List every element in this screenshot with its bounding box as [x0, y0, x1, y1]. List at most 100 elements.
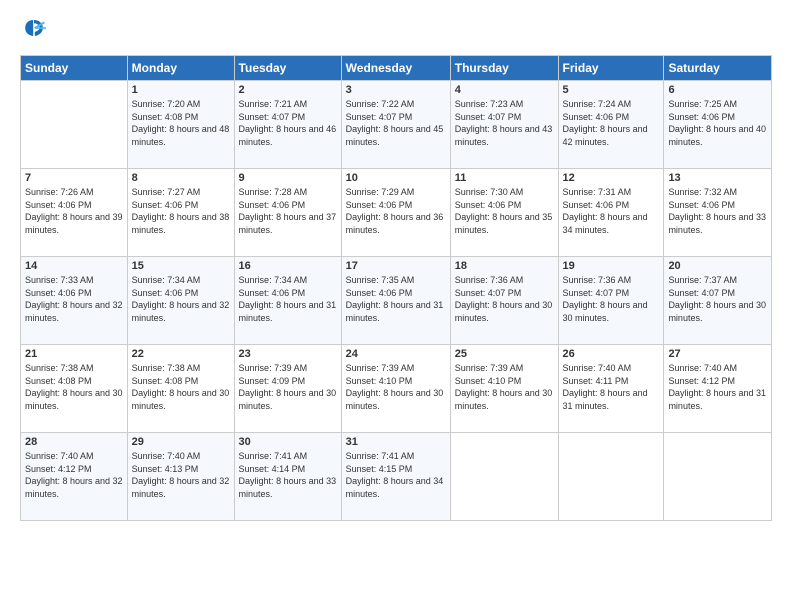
weekday-header: Friday — [558, 56, 664, 81]
calendar-cell: 29 Sunrise: 7:40 AMSunset: 4:13 PMDayligh… — [127, 433, 234, 521]
calendar-cell: 23Sunrise: 7:39 AMSunset: 4:09 PMDayligh… — [234, 345, 341, 433]
calendar-cell — [558, 433, 664, 521]
day-number: 10 — [346, 172, 446, 184]
day-number: 15 — [132, 260, 230, 272]
calendar-cell: 27 Sunrise: 7:40 AMSunset: 4:12 PMDayligh… — [664, 345, 772, 433]
calendar-week-row: 14 Sunrise: 7:33 AMSunset: 4:06 PMDayligh… — [21, 257, 772, 345]
calendar-cell: 30 Sunrise: 7:41 AMSunset: 4:14 PMDayligh… — [234, 433, 341, 521]
day-number: 25 — [455, 348, 554, 360]
day-number: 2 — [239, 84, 337, 96]
calendar-cell: 31Sunrise: 7:41 AMSunset: 4:15 PMDayligh… — [341, 433, 450, 521]
day-number: 18 — [455, 260, 554, 272]
calendar-cell: 15 Sunrise: 7:34 AMSunset: 4:06 PMDayligh… — [127, 257, 234, 345]
calendar-cell: 24 Sunrise: 7:39 AMSunset: 4:10 PMDayligh… — [341, 345, 450, 433]
day-number: 3 — [346, 84, 446, 96]
day-info: Sunrise: 7:39 AMSunset: 4:10 PMDaylight:… — [455, 362, 554, 412]
calendar-cell: 8 Sunrise: 7:27 AMSunset: 4:06 PMDaylight… — [127, 169, 234, 257]
calendar-cell: 11 Sunrise: 7:30 AMSunset: 4:06 PMDayligh… — [450, 169, 558, 257]
calendar-cell: 16 Sunrise: 7:34 AMSunset: 4:06 PMDayligh… — [234, 257, 341, 345]
calendar-week-row: 7 Sunrise: 7:26 AMSunset: 4:06 PMDaylight… — [21, 169, 772, 257]
calendar-cell: 12 Sunrise: 7:31 AMSunset: 4:06 PMDayligh… — [558, 169, 664, 257]
day-info: Sunrise: 7:25 AMSunset: 4:06 PMDaylight:… — [668, 98, 767, 148]
day-info: Sunrise: 7:21 AMSunset: 4:07 PMDaylight:… — [239, 98, 337, 148]
calendar-cell: 9 Sunrise: 7:28 AMSunset: 4:06 PMDaylight… — [234, 169, 341, 257]
calendar-header: SundayMondayTuesdayWednesdayThursdayFrid… — [21, 56, 772, 81]
day-number: 29 — [132, 436, 230, 448]
day-number: 27 — [668, 348, 767, 360]
day-info: Sunrise: 7:37 AMSunset: 4:07 PMDaylight:… — [668, 274, 767, 324]
day-number: 5 — [563, 84, 660, 96]
calendar-cell: 10Sunrise: 7:29 AMSunset: 4:06 PMDayligh… — [341, 169, 450, 257]
day-info: Sunrise: 7:31 AMSunset: 4:06 PMDaylight:… — [563, 186, 660, 236]
calendar-cell: 28 Sunrise: 7:40 AMSunset: 4:12 PMDayligh… — [21, 433, 128, 521]
weekday-header: Saturday — [664, 56, 772, 81]
day-number: 11 — [455, 172, 554, 184]
day-number: 13 — [668, 172, 767, 184]
weekday-header: Monday — [127, 56, 234, 81]
day-info: Sunrise: 7:20 AMSunset: 4:08 PMDaylight:… — [132, 98, 230, 148]
day-info: Sunrise: 7:38 AMSunset: 4:08 PMDaylight:… — [132, 362, 230, 412]
day-number: 30 — [239, 436, 337, 448]
calendar-cell: 3 Sunrise: 7:22 AMSunset: 4:07 PMDaylight… — [341, 81, 450, 169]
day-info: Sunrise: 7:24 AMSunset: 4:06 PMDaylight:… — [563, 98, 660, 148]
logo-icon — [22, 16, 46, 40]
day-info: Sunrise: 7:40 AMSunset: 4:11 PMDaylight:… — [563, 362, 660, 412]
day-number: 31 — [346, 436, 446, 448]
day-number: 12 — [563, 172, 660, 184]
calendar-cell: 5 Sunrise: 7:24 AMSunset: 4:06 PMDaylight… — [558, 81, 664, 169]
calendar-body: 1 Sunrise: 7:20 AMSunset: 4:08 PMDaylight… — [21, 81, 772, 521]
calendar-cell: 6Sunrise: 7:25 AMSunset: 4:06 PMDaylight… — [664, 81, 772, 169]
day-number: 20 — [668, 260, 767, 272]
weekday-header: Tuesday — [234, 56, 341, 81]
day-number: 14 — [25, 260, 123, 272]
calendar-cell: 4 Sunrise: 7:23 AMSunset: 4:07 PMDaylight… — [450, 81, 558, 169]
day-info: Sunrise: 7:34 AMSunset: 4:06 PMDaylight:… — [132, 274, 230, 324]
calendar-cell — [21, 81, 128, 169]
day-number: 28 — [25, 436, 123, 448]
day-info: Sunrise: 7:34 AMSunset: 4:06 PMDaylight:… — [239, 274, 337, 324]
calendar-week-row: 21 Sunrise: 7:38 AMSunset: 4:08 PMDayligh… — [21, 345, 772, 433]
calendar-cell: 25 Sunrise: 7:39 AMSunset: 4:10 PMDayligh… — [450, 345, 558, 433]
day-number: 9 — [239, 172, 337, 184]
calendar-week-row: 1 Sunrise: 7:20 AMSunset: 4:08 PMDaylight… — [21, 81, 772, 169]
day-info: Sunrise: 7:26 AMSunset: 4:06 PMDaylight:… — [25, 186, 123, 236]
calendar-cell: 2 Sunrise: 7:21 AMSunset: 4:07 PMDaylight… — [234, 81, 341, 169]
day-number: 21 — [25, 348, 123, 360]
calendar-cell — [664, 433, 772, 521]
day-info: Sunrise: 7:38 AMSunset: 4:08 PMDaylight:… — [25, 362, 123, 412]
day-number: 17 — [346, 260, 446, 272]
day-info: Sunrise: 7:40 AMSunset: 4:12 PMDaylight:… — [25, 450, 123, 500]
calendar-cell: 21 Sunrise: 7:38 AMSunset: 4:08 PMDayligh… — [21, 345, 128, 433]
day-info: Sunrise: 7:33 AMSunset: 4:06 PMDaylight:… — [25, 274, 123, 324]
day-number: 7 — [25, 172, 123, 184]
day-info: Sunrise: 7:22 AMSunset: 4:07 PMDaylight:… — [346, 98, 446, 148]
page-container: SundayMondayTuesdayWednesdayThursdayFrid… — [0, 0, 792, 531]
day-info: Sunrise: 7:41 AMSunset: 4:14 PMDaylight:… — [239, 450, 337, 500]
day-number: 24 — [346, 348, 446, 360]
calendar-cell: 19Sunrise: 7:36 AMSunset: 4:07 PMDayligh… — [558, 257, 664, 345]
day-info: Sunrise: 7:28 AMSunset: 4:06 PMDaylight:… — [239, 186, 337, 236]
calendar-cell: 1 Sunrise: 7:20 AMSunset: 4:08 PMDaylight… — [127, 81, 234, 169]
day-number: 16 — [239, 260, 337, 272]
day-info: Sunrise: 7:27 AMSunset: 4:06 PMDaylight:… — [132, 186, 230, 236]
header-row: SundayMondayTuesdayWednesdayThursdayFrid… — [21, 56, 772, 81]
day-number: 8 — [132, 172, 230, 184]
weekday-header: Sunday — [21, 56, 128, 81]
day-info: Sunrise: 7:36 AMSunset: 4:07 PMDaylight:… — [455, 274, 554, 324]
day-info: Sunrise: 7:36 AMSunset: 4:07 PMDaylight:… — [563, 274, 660, 324]
calendar-cell: 22Sunrise: 7:38 AMSunset: 4:08 PMDayligh… — [127, 345, 234, 433]
day-info: Sunrise: 7:40 AMSunset: 4:13 PMDaylight:… — [132, 450, 230, 500]
day-info: Sunrise: 7:39 AMSunset: 4:09 PMDaylight:… — [239, 362, 337, 412]
day-info: Sunrise: 7:40 AMSunset: 4:12 PMDaylight:… — [668, 362, 767, 412]
day-number: 4 — [455, 84, 554, 96]
logo — [20, 16, 46, 45]
calendar-cell: 13 Sunrise: 7:32 AMSunset: 4:06 PMDayligh… — [664, 169, 772, 257]
day-number: 1 — [132, 84, 230, 96]
calendar-cell: 17Sunrise: 7:35 AMSunset: 4:06 PMDayligh… — [341, 257, 450, 345]
day-info: Sunrise: 7:30 AMSunset: 4:06 PMDaylight:… — [455, 186, 554, 236]
calendar-table: SundayMondayTuesdayWednesdayThursdayFrid… — [20, 55, 772, 521]
day-info: Sunrise: 7:32 AMSunset: 4:06 PMDaylight:… — [668, 186, 767, 236]
day-info: Sunrise: 7:39 AMSunset: 4:10 PMDaylight:… — [346, 362, 446, 412]
calendar-cell — [450, 433, 558, 521]
day-info: Sunrise: 7:23 AMSunset: 4:07 PMDaylight:… — [455, 98, 554, 148]
